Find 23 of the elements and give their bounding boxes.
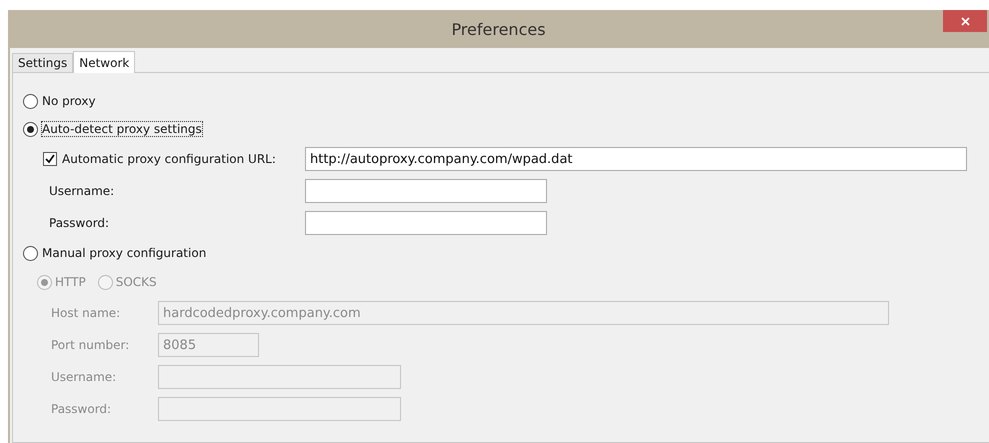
radio-button[interactable] — [23, 122, 38, 136]
field-label: Username: — [48, 184, 114, 198]
input-field[interactable] — [305, 211, 547, 235]
radio-label: SOCKS — [116, 275, 157, 289]
tab[interactable]: Network — [73, 51, 136, 73]
field-label: Password: — [48, 216, 110, 230]
field-label: Password: — [50, 402, 112, 416]
checkbox[interactable] — [43, 152, 57, 166]
close-icon — [960, 16, 970, 26]
field-label: Port number: — [50, 338, 130, 352]
field-label: Username: — [50, 370, 116, 384]
radio-label: HTTP — [55, 275, 86, 289]
input-field[interactable] — [305, 179, 547, 203]
radio-button[interactable] — [23, 94, 38, 108]
radio-label: Manual proxy configuration — [42, 246, 206, 260]
close-button[interactable] — [943, 10, 987, 32]
radio-label: Auto-detect proxy settings — [42, 122, 202, 136]
tab[interactable]: Settings — [12, 53, 74, 72]
input-field[interactable]: http://autoproxy.company.com/wpad.dat — [305, 147, 967, 171]
radio-label: No proxy — [42, 94, 96, 108]
field-label: Automatic proxy configuration URL: — [62, 152, 276, 166]
window-title: Preferences — [451, 20, 546, 38]
field-label: Host name: — [50, 306, 120, 320]
